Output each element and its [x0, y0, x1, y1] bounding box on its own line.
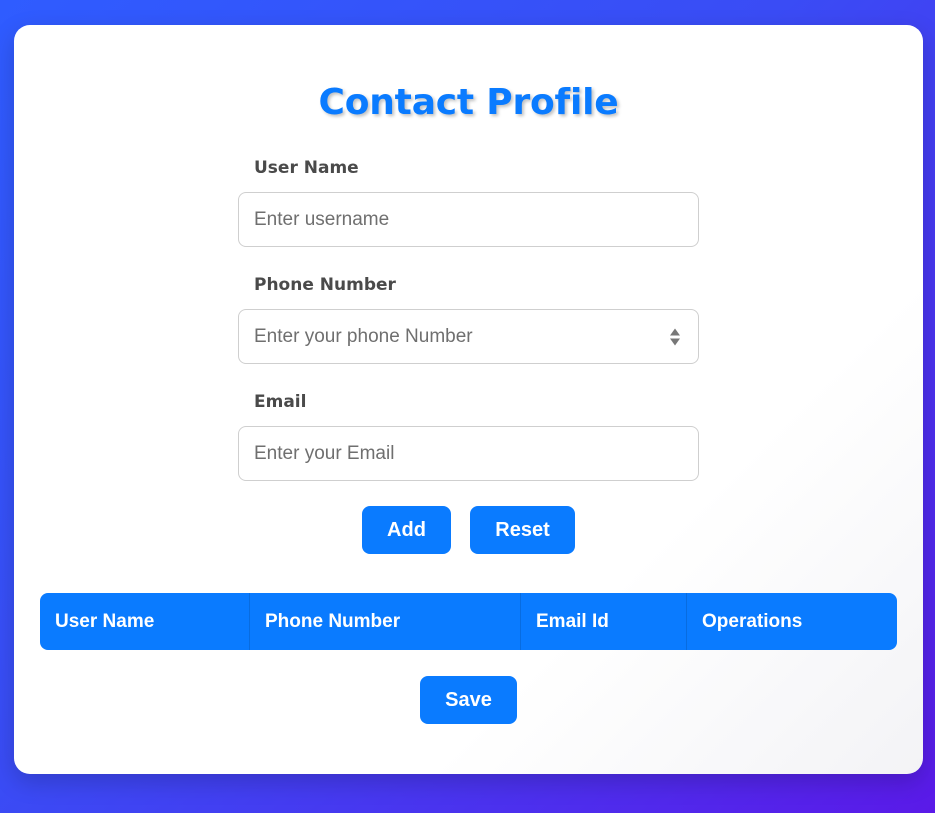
- page-title: Contact Profile: [318, 82, 619, 123]
- save-button[interactable]: Save: [420, 676, 517, 724]
- email-placeholder: Enter your Email: [254, 442, 395, 464]
- add-button[interactable]: Add: [362, 506, 451, 554]
- column-header-operations: Operations: [702, 610, 803, 632]
- reset-button[interactable]: Reset: [470, 506, 575, 554]
- username-label: User Name: [254, 158, 359, 178]
- column-header-phone-number: Phone Number: [250, 593, 521, 650]
- username-input[interactable]: Enter username: [238, 192, 699, 247]
- phone-number-input[interactable]: Enter your phone Number: [238, 309, 699, 364]
- phone-number-label: Phone Number: [254, 275, 396, 295]
- spinner-arrows-icon[interactable]: [670, 328, 680, 345]
- email-label: Email: [254, 392, 307, 412]
- email-input[interactable]: Enter your Email: [238, 426, 699, 481]
- username-placeholder: Enter username: [254, 208, 390, 230]
- spinner-down-icon[interactable]: [670, 338, 680, 345]
- column-header-email-id: Email Id: [521, 593, 687, 650]
- spinner-up-icon[interactable]: [670, 328, 680, 335]
- contact-profile-card: Contact Profile User Name Enter username…: [14, 25, 923, 774]
- phone-number-placeholder: Enter your phone Number: [254, 325, 473, 347]
- column-header-user-name: User Name: [40, 593, 250, 650]
- contacts-table-header: User Name Phone Number Email Id Operatio…: [40, 593, 897, 650]
